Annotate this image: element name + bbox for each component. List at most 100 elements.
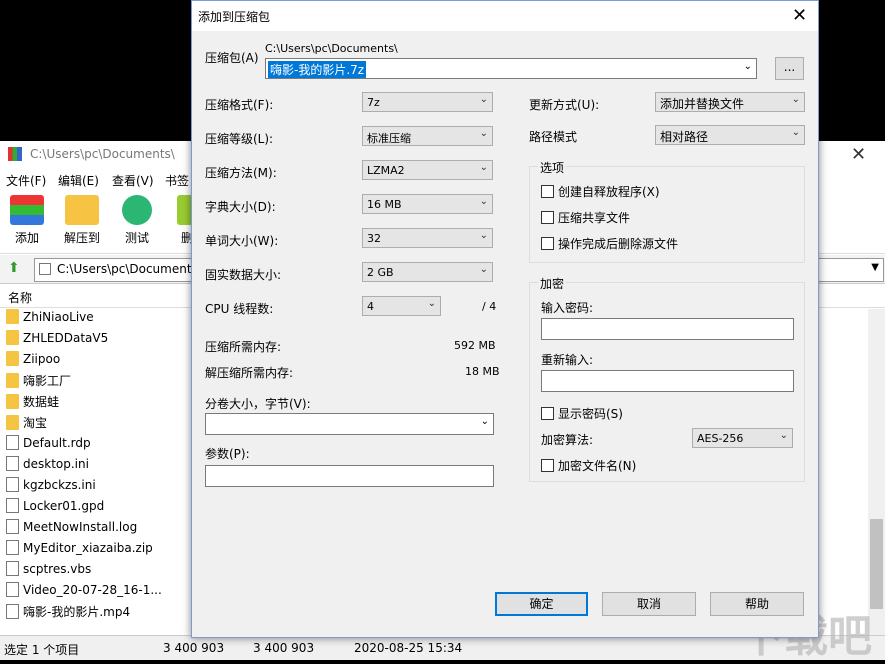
- show-password-checkbox[interactable]: 显示密码(S): [541, 405, 623, 422]
- close-icon[interactable]: ✕: [851, 144, 866, 165]
- list-item[interactable]: Locker01.gpd: [6, 498, 104, 519]
- archive-name-combo[interactable]: 嗨影-我的影片.7z ⌄: [265, 58, 757, 79]
- list-item-name: Video_20-07-28_16-1...: [23, 583, 162, 597]
- scroll-thumb[interactable]: [870, 519, 883, 609]
- options-group: 选项 创建自释放程序(X) 压缩共享文件 操作完成后删除源文件: [529, 166, 805, 263]
- chevron-down-icon: ⌄: [780, 430, 788, 441]
- threads-value: 4: [367, 300, 374, 313]
- folder-icon: [6, 309, 19, 324]
- solid-select[interactable]: 2 GB⌄: [362, 262, 493, 282]
- threads-label: CPU 线程数:: [205, 300, 273, 317]
- extract-button[interactable]: 解压到: [57, 195, 107, 246]
- password-label: 输入密码:: [541, 299, 593, 316]
- test-label: 测试: [125, 231, 149, 245]
- algorithm-value: AES-256: [697, 432, 743, 445]
- dict-label: 字典大小(D):: [205, 198, 276, 215]
- list-item-name: 淘宝: [23, 416, 47, 430]
- split-combo[interactable]: ⌄: [205, 413, 494, 435]
- status-selected: 选定 1 个项目: [4, 641, 79, 658]
- add-button[interactable]: 添加: [2, 195, 52, 246]
- chevron-down-icon: ⌄: [480, 230, 488, 241]
- sfx-label: 创建自释放程序(X): [558, 185, 660, 199]
- cancel-button[interactable]: 取消: [602, 592, 696, 616]
- dict-value: 16 MB: [367, 198, 402, 211]
- chevron-down-icon[interactable]: ▼: [871, 262, 879, 273]
- list-item[interactable]: 嗨影-我的影片.mp4: [6, 603, 130, 624]
- algorithm-label: 加密算法:: [541, 431, 593, 448]
- archive-name-text: 嗨影-我的影片.7z: [268, 61, 366, 78]
- check-icon: [122, 195, 152, 225]
- list-item[interactable]: Default.rdp: [6, 435, 91, 456]
- format-value: 7z: [367, 96, 380, 109]
- method-select[interactable]: LZMA2⌄: [362, 160, 493, 180]
- format-label: 压缩格式(F):: [205, 96, 273, 113]
- level-select[interactable]: 标准压缩⌄: [362, 126, 493, 146]
- list-item[interactable]: ZHLEDDataV5: [6, 330, 108, 351]
- list-item[interactable]: MyEditor_xiazaiba.zip: [6, 540, 153, 561]
- password-repeat-label: 重新输入:: [541, 351, 593, 368]
- show-password-label: 显示密码(S): [558, 407, 623, 421]
- test-button[interactable]: 测试: [112, 195, 162, 246]
- delete-source-checkbox[interactable]: 操作完成后删除源文件: [541, 235, 678, 252]
- list-item[interactable]: Ziipoo: [6, 351, 60, 372]
- word-select[interactable]: 32⌄: [362, 228, 493, 248]
- chevron-down-icon: ⌄: [792, 127, 800, 138]
- list-item[interactable]: 嗨影工厂: [6, 372, 71, 393]
- vertical-scrollbar[interactable]: [868, 309, 885, 635]
- checkbox-box[interactable]: [541, 237, 554, 250]
- ok-button[interactable]: 确定: [495, 592, 588, 616]
- menu-view[interactable]: 查看(V): [112, 172, 154, 189]
- help-button[interactable]: 帮助: [710, 592, 804, 616]
- list-item-name: 嗨影-我的影片.mp4: [23, 605, 130, 619]
- column-name[interactable]: 名称: [8, 289, 32, 306]
- params-input[interactable]: [205, 465, 494, 487]
- update-label: 更新方式(U):: [529, 96, 599, 113]
- chevron-down-icon: ⌄: [480, 94, 488, 105]
- checkbox-box[interactable]: [541, 459, 554, 472]
- checkbox-box[interactable]: [541, 407, 554, 420]
- file-icon: [6, 604, 19, 619]
- checkbox-box[interactable]: [541, 211, 554, 224]
- list-item[interactable]: MeetNowInstall.log: [6, 519, 137, 540]
- up-arrow-icon[interactable]: ⬆: [8, 260, 20, 276]
- list-item[interactable]: desktop.ini: [6, 456, 89, 477]
- shared-checkbox[interactable]: 压缩共享文件: [541, 209, 630, 226]
- chevron-down-icon[interactable]: ⌄: [744, 61, 752, 72]
- password-repeat-input[interactable]: [541, 370, 794, 392]
- file-icon: [6, 435, 19, 450]
- add-label: 添加: [15, 231, 39, 245]
- update-select[interactable]: 添加并替换文件⌄: [655, 92, 805, 112]
- encrypt-names-label: 加密文件名(N): [558, 459, 636, 473]
- browse-button[interactable]: ...: [775, 57, 804, 80]
- menu-file[interactable]: 文件(F): [6, 172, 46, 189]
- list-item-name: ZhiNiaoLive: [23, 310, 94, 324]
- menu-bookmarks[interactable]: 书签: [165, 172, 189, 189]
- list-item-name: MeetNowInstall.log: [23, 520, 137, 534]
- list-item[interactable]: 数据蛙: [6, 393, 59, 414]
- fm-title: C:\Users\pc\Documents\: [30, 147, 175, 161]
- folder-icon: [6, 415, 19, 430]
- encryption-title: 加密: [538, 275, 566, 292]
- list-item-name: Ziipoo: [23, 352, 60, 366]
- format-select[interactable]: 7z ⌄: [362, 92, 493, 112]
- threads-select[interactable]: 4⌄: [362, 296, 441, 316]
- algorithm-select[interactable]: AES-256 ⌄: [692, 428, 793, 448]
- mem-comp-label: 压缩所需内存:: [205, 338, 281, 355]
- password-input[interactable]: [541, 318, 794, 340]
- list-item[interactable]: kgzbckzs.ini: [6, 477, 96, 498]
- path-mode-select[interactable]: 相对路径⌄: [655, 125, 805, 145]
- list-item[interactable]: 淘宝: [6, 414, 47, 435]
- list-item[interactable]: scptres.vbs: [6, 561, 91, 582]
- close-icon[interactable]: ✕: [792, 5, 807, 26]
- mem-decomp-value: 18 MB: [465, 365, 500, 378]
- solid-label: 固实数据大小:: [205, 266, 281, 283]
- list-item[interactable]: ZhiNiaoLive: [6, 309, 94, 330]
- menu-edit[interactable]: 编辑(E): [58, 172, 99, 189]
- encrypt-names-checkbox[interactable]: 加密文件名(N): [541, 457, 636, 474]
- checkbox-box[interactable]: [541, 185, 554, 198]
- threads-max: / 4: [482, 300, 496, 313]
- list-item[interactable]: Video_20-07-28_16-1...: [6, 582, 162, 603]
- dict-select[interactable]: 16 MB⌄: [362, 194, 493, 214]
- sfx-checkbox[interactable]: 创建自释放程序(X): [541, 183, 660, 200]
- solid-value: 2 GB: [367, 266, 394, 279]
